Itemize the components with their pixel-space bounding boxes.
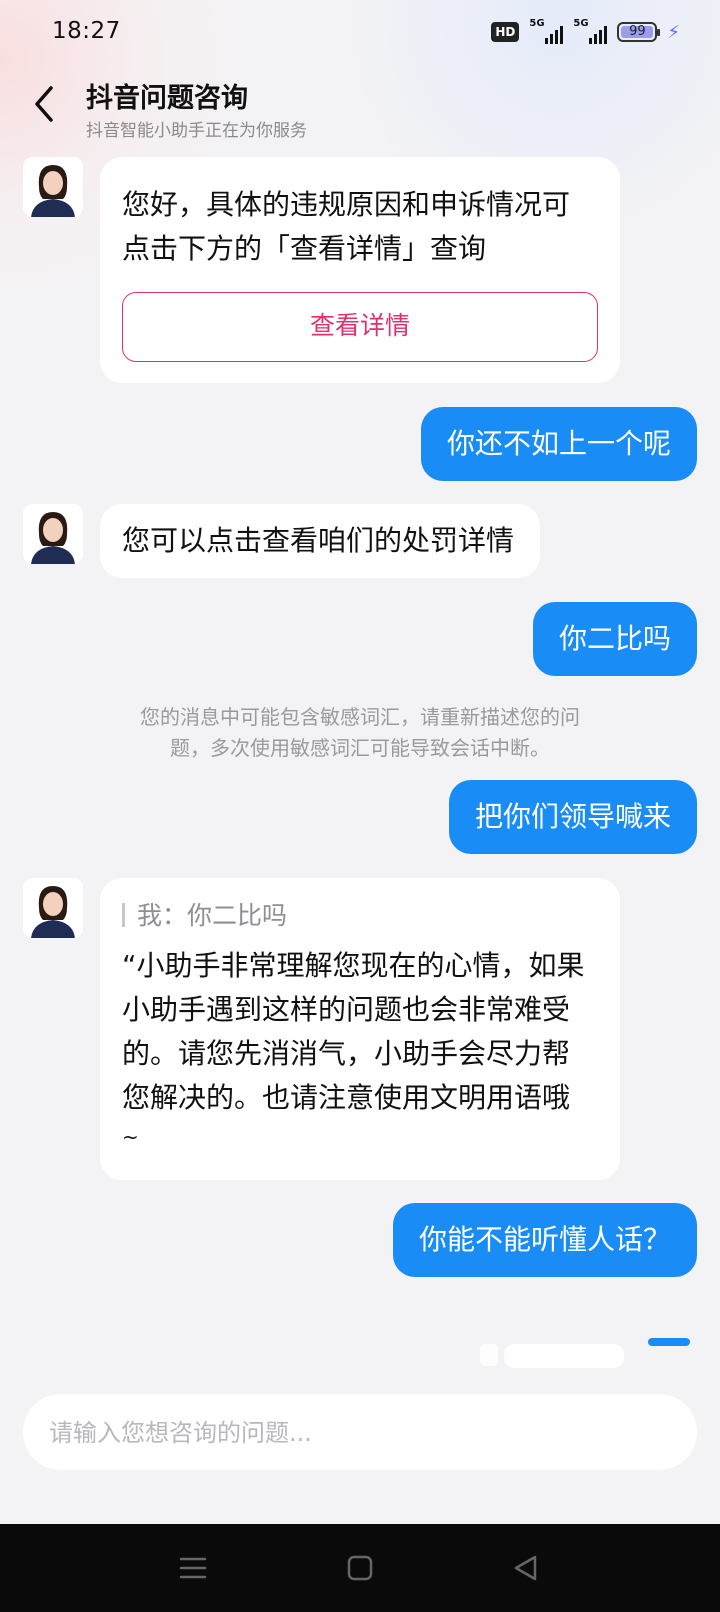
quoted-message: 我：你二比吗 [122,894,287,938]
typing-preview [470,1340,650,1378]
assistant-avatar [23,504,83,564]
assistant-avatar [23,157,83,217]
view-details-button[interactable]: 查看详情 [122,292,598,362]
charging-icon: ⚡ [667,21,680,43]
quote-bar [122,903,125,927]
page-title: 抖音问题咨询 [86,83,248,114]
user-message-1: 你还不如上一个呢 [420,407,697,481]
message-input-container [23,1394,697,1472]
message-line: ~ [122,1125,139,1149]
signal-icon-2: 5G [573,18,608,44]
menu-button[interactable] [175,1550,211,1586]
signal-icon-1: 5G [529,18,564,44]
status-icons: HD 5G 5G 99 ⚡ [491,18,680,44]
preview-user-bubble [648,1338,690,1346]
message-line: 您好，具体的违规原因和申诉情况可 [122,188,571,221]
status-time: 18:27 [52,18,121,44]
notice-line: 题，多次使用敏感词汇可能导致会话中断。 [170,736,550,760]
assistant-avatar [23,878,83,938]
assistant-message-3: 我：你二比吗 “小助手非常理解您现在的心情，如果 小助手遇到这样的问题也会非常难… [100,878,620,1180]
message-line: 的。请您先消消气，小助手会尽力帮 [122,1037,571,1070]
back-nav-button[interactable] [508,1550,544,1586]
user-message-3: 把你们领导喊来 [448,780,697,854]
sensitive-word-notice: 您的消息中可能包含敏感词汇，请重新描述您的问 题，多次使用敏感词汇可能导致会话中… [90,702,630,764]
signal-1-label: 5G [529,18,545,29]
back-button[interactable] [22,80,70,128]
user-message-4: 你能不能听懂人话？ [392,1203,697,1277]
home-button[interactable] [342,1550,378,1586]
page-subtitle: 抖音智能小助手正在为你服务 [86,121,307,141]
home-square-icon [347,1555,373,1581]
preview-avatar [480,1344,498,1366]
quote-text: 我：你二比吗 [137,901,288,930]
battery-icon: 99 [617,22,661,42]
chat-header: 抖音问题咨询 抖音智能小助手正在为你服务 [0,66,720,146]
menu-icon [179,1557,207,1579]
message-text: 您好，具体的违规原因和申诉情况可 点击下方的「查看详情」查询 [122,183,570,271]
back-arrow-icon [35,86,53,122]
message-line: 您可以点击查看咱们的处罚详情 [122,524,515,557]
assistant-message-1: 您好，具体的违规原因和申诉情况可 点击下方的「查看详情」查询 查看详情 [100,157,620,383]
message-line: 小助手遇到这样的问题也会非常难受 [122,993,571,1026]
signal-2-label: 5G [573,18,589,29]
user-message-2: 你二比吗 [532,602,697,676]
back-triangle-icon [514,1555,537,1581]
assistant-message-2: 您可以点击查看咱们的处罚详情 [100,504,540,578]
system-nav-bar [0,1524,720,1612]
message-input[interactable] [47,1394,671,1472]
battery-level: 99 [629,24,646,39]
message-line: “小助手非常理解您现在的心情，如果 [122,949,585,982]
notice-line: 您的消息中可能包含敏感词汇，请重新描述您的问 [140,705,580,729]
status-bar: 18:27 HD 5G 5G 99 ⚡ [0,0,720,64]
hd-icon: HD [491,22,520,42]
message-text: “小助手非常理解您现在的心情，如果 小助手遇到这样的问题也会非常难受 的。请您先… [122,944,585,1154]
message-line: 您解决的。也请注意使用文明用语哦 [122,1081,571,1114]
message-line: 点击下方的「查看详情」查询 [122,232,487,265]
preview-bubble [504,1344,624,1368]
